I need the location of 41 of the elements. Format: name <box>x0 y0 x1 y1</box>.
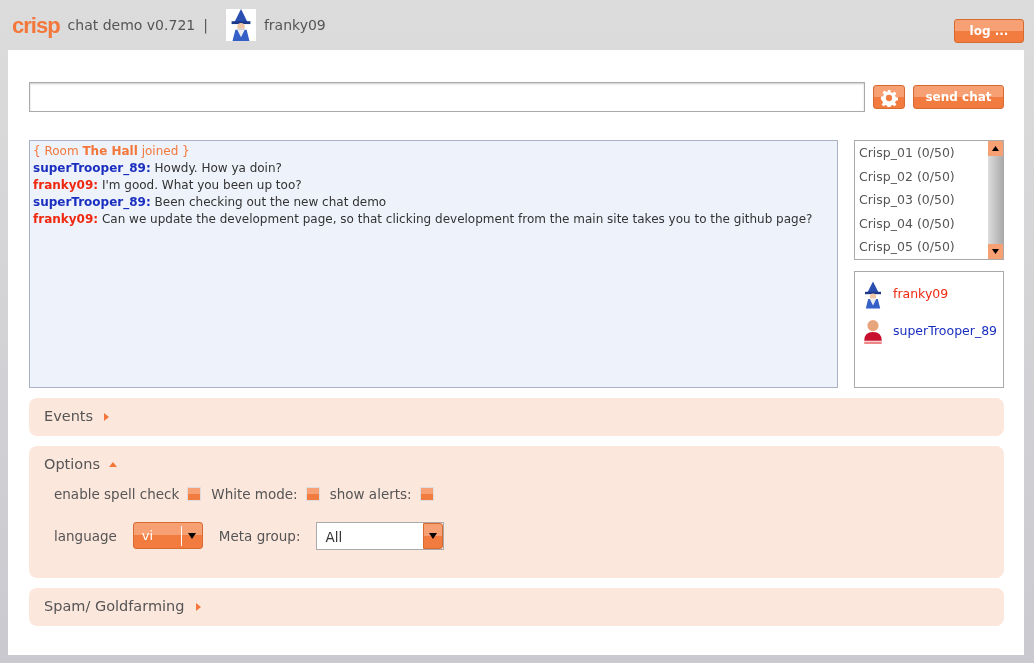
user-name[interactable]: superTrooper_89 <box>893 322 998 341</box>
room-item[interactable]: Crisp_03 (0/50) <box>859 192 955 207</box>
checkbox-label: White mode: <box>211 484 298 504</box>
room-item[interactable]: Crisp_04 (0/50) <box>859 215 955 231</box>
room-item[interactable]: Crisp_05 (0/50) <box>859 239 955 254</box>
chat-input-field[interactable] <box>29 82 865 112</box>
app-title: chat demo v0.721 <box>67 15 196 35</box>
settings-button[interactable] <box>873 85 905 109</box>
checkbox[interactable] <box>419 486 434 501</box>
meta-group-label: Meta group: <box>218 526 301 546</box>
message-author: superTrooper_89: <box>33 161 151 175</box>
checkbox-label: enable spell check <box>54 484 180 504</box>
separator: | <box>203 15 208 36</box>
language-label: language <box>54 526 117 546</box>
panel-title[interactable]: Options <box>44 453 100 476</box>
user-name[interactable]: franky09 <box>893 285 949 304</box>
scrollbar[interactable] <box>988 141 1003 259</box>
logo: crisp <box>12 11 60 40</box>
checkbox[interactable] <box>305 486 320 501</box>
room-item[interactable]: Crisp_02 (0/50) <box>859 168 955 184</box>
panel-title[interactable]: Spam/ Goldfarming <box>44 595 185 618</box>
message-author: superTrooper_89: <box>33 195 151 209</box>
wizard-avatar-icon <box>225 9 256 41</box>
room-item[interactable]: Crisp_01 (0/50) <box>859 145 955 160</box>
username: franky09 <box>263 15 326 35</box>
message-author: franky09: <box>33 178 99 192</box>
message-text: Can we update the development page, so that clicking development from the main site takes you to the github page? <box>101 212 813 226</box>
message-text: Been checking out the new chat demo <box>154 195 387 209</box>
system-message: { Room The Hall joined } <box>33 144 190 158</box>
scroll-down-icon[interactable] <box>988 244 1003 259</box>
caret-icon <box>187 532 196 539</box>
checkbox-label: show alerts: <box>329 484 412 504</box>
settings-icon <box>880 88 898 107</box>
message-text: I'm good. What you been up too? <box>101 178 302 192</box>
checkbox[interactable] <box>187 486 202 501</box>
meta-group-select[interactable]: All <box>316 521 445 550</box>
message-author: franky09: <box>33 212 99 226</box>
scroll-up-icon[interactable] <box>988 141 1003 156</box>
message-text: Howdy. How ya doin? <box>154 161 282 175</box>
caret-icon <box>429 532 438 539</box>
panel-title[interactable]: Events <box>44 406 94 428</box>
